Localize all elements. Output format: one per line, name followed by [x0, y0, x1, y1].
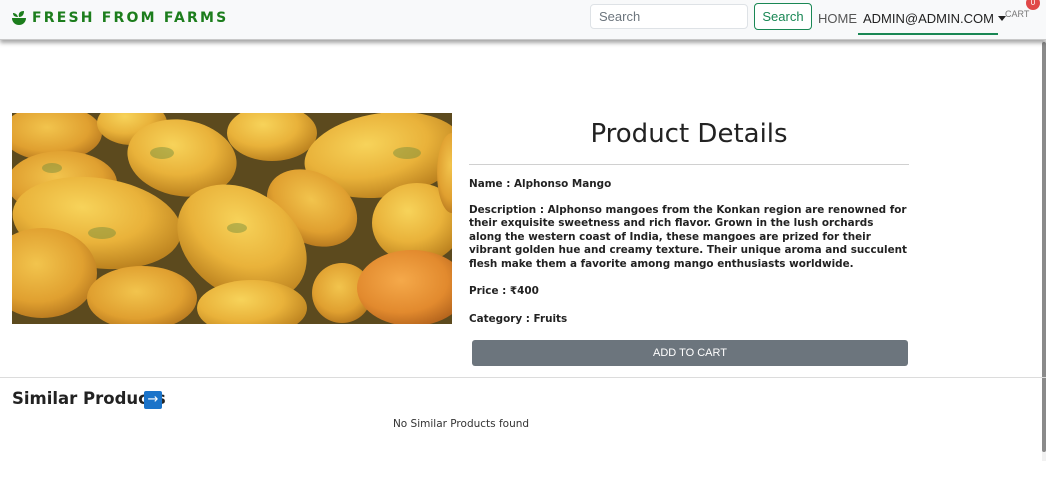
product-price: Price : ₹400 — [469, 285, 539, 297]
search-button[interactable]: Search — [754, 3, 812, 30]
mangoes-image — [12, 113, 452, 324]
user-dropdown[interactable]: ADMIN@ADMIN.COM — [858, 4, 1006, 35]
no-similar-message: No Similar Products found — [392, 418, 530, 430]
product-description: Description : Alphonso mangoes from the … — [469, 203, 907, 270]
product-name: Name : Alphonso Mango — [469, 178, 612, 190]
product-category: Category : Fruits — [469, 312, 568, 325]
product-image — [12, 113, 452, 324]
similar-products-heading: Similar Products — [12, 389, 166, 408]
nav-home-link[interactable]: HOME — [818, 11, 857, 26]
nav-cart-link[interactable]: CART — [1005, 9, 1029, 19]
user-email: ADMIN@ADMIN.COM — [863, 11, 994, 26]
scrollbar-thumb[interactable] — [1042, 42, 1046, 452]
brand[interactable]: FRESH FROM FARMS — [10, 9, 228, 27]
page-title: Product Details — [590, 119, 788, 149]
navbar: FRESH FROM FARMS Search HOME ADMIN@ADMIN… — [0, 0, 1046, 40]
product-details: Product Details Name : Alphonso Mango De… — [469, 113, 909, 326]
search-input[interactable] — [590, 4, 748, 29]
arrow-right-icon[interactable]: → — [144, 391, 162, 409]
add-to-cart-button[interactable]: ADD TO CART — [472, 340, 908, 366]
divider — [469, 164, 909, 165]
section-divider — [0, 377, 1046, 378]
leaf-bowl-icon — [12, 11, 26, 25]
brand-name: FRESH FROM FARMS — [32, 10, 229, 26]
cart-count-badge: 0 — [1026, 0, 1040, 10]
